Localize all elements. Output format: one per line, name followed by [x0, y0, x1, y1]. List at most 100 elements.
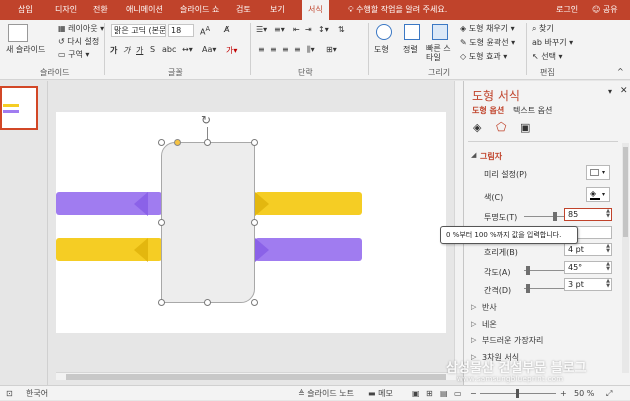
- transparency-input[interactable]: 85 ▲ ▼: [564, 208, 612, 221]
- angle-input[interactable]: 45° ▲ ▼: [564, 261, 612, 274]
- align-right-button[interactable]: ≡: [282, 45, 289, 54]
- spell-check-icon[interactable]: ⊡: [6, 386, 13, 401]
- blur-input[interactable]: 4 pt ▲ ▼: [564, 243, 612, 256]
- transparency-slider[interactable]: [524, 216, 566, 217]
- tab-shape-options[interactable]: 도형 옵션: [472, 105, 504, 116]
- shape-effects-button[interactable]: ◇ 도형 효과 ▾: [460, 51, 507, 62]
- select-button[interactable]: ↖ 선택 ▾: [532, 51, 563, 62]
- shape-fill-button[interactable]: ◈ 도형 채우기 ▾: [460, 23, 515, 34]
- color-dropdown[interactable]: ◈ ▾: [586, 187, 610, 202]
- tell-me-box[interactable]: 💡︎ 수행할 작업을 알려 주세요.: [348, 0, 447, 20]
- resize-handle-e[interactable]: [251, 219, 258, 226]
- align-center-button[interactable]: ≡: [270, 45, 277, 54]
- adjust-handle[interactable]: [174, 139, 181, 146]
- section-button[interactable]: ▭ 구역 ▾: [58, 49, 89, 60]
- language-indicator[interactable]: 한국어: [26, 386, 48, 401]
- resize-handle-n[interactable]: [204, 139, 211, 146]
- angle-slider[interactable]: [524, 270, 564, 271]
- tab-text-options[interactable]: 텍스트 옵션: [513, 105, 552, 116]
- pane-menu-icon[interactable]: ▾: [608, 87, 612, 96]
- size-properties-icon[interactable]: ▣: [520, 121, 530, 134]
- fit-slide-icon[interactable]: ⤢: [606, 386, 612, 401]
- bold-button[interactable]: 가: [110, 45, 117, 56]
- tab-insert[interactable]: 삽입: [18, 0, 33, 20]
- spin-arrows-icon[interactable]: ▲ ▼: [606, 244, 610, 254]
- distance-slider[interactable]: [524, 288, 564, 289]
- close-icon[interactable]: ✕: [620, 86, 628, 96]
- spacing-icon[interactable]: ↔▾: [182, 45, 193, 54]
- justify-button[interactable]: ≡: [294, 45, 301, 54]
- new-slide-button[interactable]: 새 슬라이드: [6, 44, 45, 55]
- spin-arrows-icon[interactable]: ▲ ▼: [606, 262, 610, 272]
- replace-button[interactable]: ab 바꾸기 ▾: [532, 37, 573, 48]
- normal-view-icon[interactable]: ▣: [412, 386, 420, 401]
- slideshow-icon[interactable]: ▭: [454, 386, 462, 401]
- indent-increase-button[interactable]: ⇥: [305, 25, 312, 34]
- resize-handle-sw[interactable]: [158, 299, 165, 306]
- notes-button[interactable]: ≜ 슬라이드 노트: [298, 386, 354, 401]
- numbering-button[interactable]: ≡▾: [274, 25, 285, 34]
- find-button[interactable]: ⌕ 찾기: [532, 23, 554, 34]
- new-slide-icon[interactable]: [8, 24, 28, 42]
- font-size-select[interactable]: 18: [168, 24, 194, 37]
- bullets-button[interactable]: ☰▾: [256, 25, 267, 34]
- section-soft-edges[interactable]: 부드러운 가장자리: [482, 335, 543, 346]
- underline-button[interactable]: 가: [136, 45, 143, 56]
- distance-slider-knob[interactable]: [526, 284, 530, 293]
- angle-slider-knob[interactable]: [526, 266, 530, 275]
- resize-handle-nw[interactable]: [158, 139, 165, 146]
- share-button[interactable]: ☺ 공유: [592, 0, 618, 20]
- slide-sorter-icon[interactable]: ⊞: [426, 386, 433, 401]
- resize-handle-s[interactable]: [204, 299, 211, 306]
- shape-outline-button[interactable]: ✎ 도형 윤곽선 ▾: [460, 37, 515, 48]
- horizontal-scrollbar[interactable]: [56, 372, 456, 380]
- reset-button[interactable]: ↺ 다시 설정: [58, 36, 99, 47]
- collapse-triangle-icon[interactable]: ▷: [471, 303, 476, 311]
- section-reflection[interactable]: 반사: [482, 302, 497, 313]
- shape-yellow-bar-right[interactable]: [255, 192, 362, 215]
- collapse-triangle-icon[interactable]: ▷: [471, 336, 476, 344]
- italic-button[interactable]: 가: [123, 45, 130, 56]
- resize-handle-ne[interactable]: [251, 139, 258, 146]
- font-color-button[interactable]: 가▾: [226, 45, 237, 56]
- tab-format[interactable]: 서식: [302, 0, 329, 20]
- clear-format-icon[interactable]: A̸: [224, 25, 229, 34]
- strikethrough-button[interactable]: S: [150, 45, 155, 54]
- change-case-button[interactable]: Aa▾: [202, 45, 216, 54]
- zoom-slider-knob[interactable]: [516, 389, 519, 398]
- tab-slideshow[interactable]: 슬라이드 쇼: [180, 0, 219, 20]
- line-spacing-button[interactable]: ↕▾: [318, 25, 329, 34]
- transparency-slider-knob[interactable]: [553, 212, 557, 221]
- fill-line-icon[interactable]: ◈: [473, 121, 481, 134]
- tab-view[interactable]: 보기: [270, 0, 285, 20]
- layout-button[interactable]: ▦ 레이아웃 ▾: [58, 23, 104, 34]
- tab-design[interactable]: 디자인: [55, 0, 77, 20]
- text-direction-button[interactable]: ⇅: [338, 25, 345, 34]
- char-spacing-button[interactable]: abc: [162, 45, 176, 54]
- columns-button[interactable]: ⫼▾: [307, 45, 315, 55]
- distance-input[interactable]: 3 pt ▲ ▼: [564, 278, 612, 291]
- zoom-in-icon[interactable]: +: [560, 386, 567, 401]
- reading-view-icon[interactable]: ▤: [440, 386, 448, 401]
- preset-dropdown[interactable]: ▾: [586, 165, 610, 180]
- collapse-ribbon-icon[interactable]: ^: [617, 67, 624, 76]
- slide-thumbnail[interactable]: [0, 86, 38, 130]
- shape-purple-bar-right[interactable]: [255, 238, 362, 261]
- smartart-button[interactable]: ⊞▾: [326, 45, 337, 54]
- resize-handle-w[interactable]: [158, 219, 165, 226]
- font-name-select[interactable]: 맑은 고딕 (본문: [111, 24, 166, 37]
- quick-styles-button[interactable]: 빠른 스타일: [426, 44, 456, 62]
- effects-tab-icon[interactable]: ⬠: [496, 120, 506, 134]
- grow-font-button[interactable]: AA: [200, 25, 210, 37]
- arrange-button[interactable]: 정렬: [403, 44, 418, 55]
- resize-handle-se[interactable]: [251, 299, 258, 306]
- indent-decrease-button[interactable]: ⇤: [293, 25, 300, 34]
- zoom-out-icon[interactable]: −: [470, 386, 477, 401]
- section-glow[interactable]: 네온: [482, 319, 497, 330]
- zoom-level[interactable]: 50 %: [574, 386, 594, 401]
- section-shadow[interactable]: 그림자: [480, 151, 502, 162]
- selected-shape[interactable]: [161, 142, 255, 303]
- comments-button[interactable]: ▬ 메모: [368, 386, 393, 401]
- spin-arrows-icon[interactable]: ▲ ▼: [606, 209, 610, 219]
- tab-transitions[interactable]: 전환: [93, 0, 108, 20]
